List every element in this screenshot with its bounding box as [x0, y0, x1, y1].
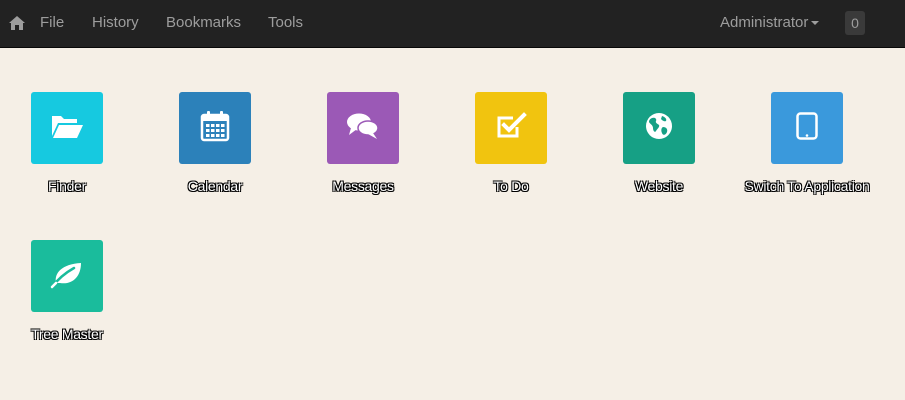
chat-bubbles-icon — [346, 112, 380, 145]
app-tile — [623, 92, 695, 164]
menu-bookmarks[interactable]: Bookmarks — [166, 14, 241, 32]
folder-open-icon — [50, 112, 84, 145]
caret-down-icon — [811, 21, 820, 26]
home-icon[interactable] — [8, 14, 26, 32]
menu-history[interactable]: History — [92, 14, 139, 32]
app-to-do[interactable]: To Do — [446, 92, 576, 196]
app-website[interactable]: Website — [594, 92, 724, 196]
app-label: To Do — [493, 178, 529, 194]
app-label: Tree Master — [31, 326, 103, 342]
app-messages[interactable]: Messages — [298, 92, 428, 196]
app-finder[interactable]: Finder — [2, 92, 132, 196]
app-tile — [179, 92, 251, 164]
app-label: Switch To Application — [744, 178, 870, 194]
app-tile — [31, 92, 103, 164]
app-tile — [771, 92, 843, 164]
user-menu[interactable]: Administrator — [720, 14, 820, 32]
menu-tools[interactable]: Tools — [268, 14, 303, 32]
leaf-icon — [50, 259, 84, 294]
globe-icon — [644, 111, 674, 146]
app-label: Messages — [332, 178, 394, 194]
checkbox-icon — [495, 111, 527, 146]
app-label: Finder — [48, 178, 86, 194]
calendar-icon — [200, 110, 230, 147]
app-tile — [31, 240, 103, 312]
app-tree-master[interactable]: Tree Master — [2, 240, 132, 344]
app-calendar[interactable]: Calendar — [150, 92, 280, 196]
app-label: Calendar — [187, 178, 243, 194]
notification-badge[interactable]: 0 — [845, 11, 865, 35]
user-name: Administrator — [720, 14, 809, 31]
app-switch-to-application[interactable]: Switch To Application — [742, 92, 872, 196]
top-navbar: File History Bookmarks Tools Administrat… — [0, 0, 905, 48]
app-tile — [475, 92, 547, 164]
tablet-icon — [796, 111, 818, 145]
app-tile — [327, 92, 399, 164]
app-label: Website — [634, 178, 684, 194]
menu-file[interactable]: File — [40, 14, 64, 32]
